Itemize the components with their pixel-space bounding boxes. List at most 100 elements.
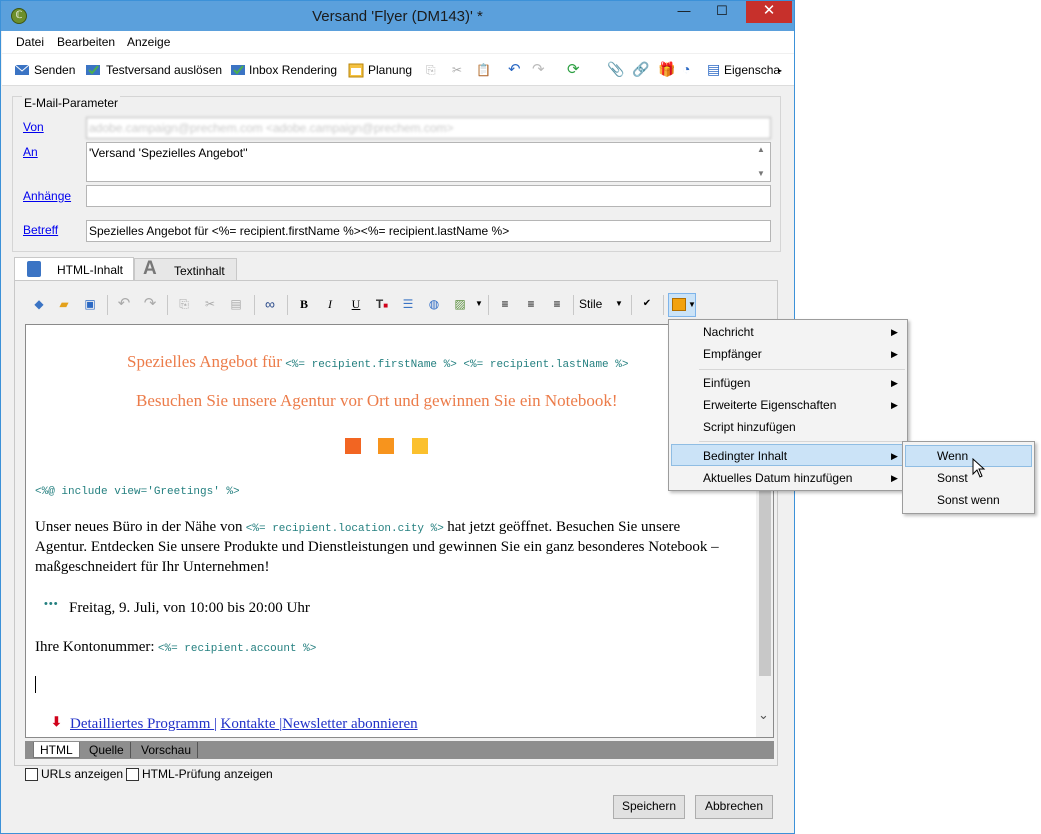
link-newsletter[interactable]: Newsletter abonnieren (282, 716, 417, 732)
submenu-arrow-icon: ▶ (891, 473, 898, 483)
test-send-button[interactable]: Testversand auslösen (106, 63, 222, 77)
maximize-icon[interactable]: ☐ (705, 1, 739, 23)
html-editor[interactable]: Spezielles Angebot für <%= recipient.fir… (25, 324, 774, 738)
subject-field[interactable]: Spezielles Angebot für <%= recipient.fir… (86, 220, 771, 242)
send-mail-icon (14, 64, 30, 75)
menu-item-add-script[interactable]: Script hinzufügen (703, 420, 796, 434)
align-center-icon[interactable]: ≡ (523, 296, 539, 312)
undo-icon[interactable]: ↶ (508, 60, 521, 78)
align-left-icon[interactable]: ≡ (497, 296, 513, 312)
editor-cut-icon[interactable]: ✂ (202, 296, 218, 312)
bold-icon[interactable]: B (296, 296, 312, 312)
minimize-icon[interactable]: — (667, 1, 701, 23)
link-separator-1: | (214, 716, 218, 732)
close-icon[interactable]: ✕ (746, 1, 792, 23)
email-params-legend: E-Mail-Parameter (22, 96, 121, 110)
pdf-icon: ⬇ (51, 714, 62, 729)
yellow-square (412, 438, 428, 454)
tab-html-content[interactable]: HTML-Inhalt (14, 257, 134, 282)
styles-dropdown-icon[interactable]: ▼ (615, 299, 623, 308)
text-color-icon[interactable]: T■ (374, 296, 390, 312)
open-folder-icon[interactable]: ▰ (56, 296, 72, 312)
submenu-item-else-if[interactable]: Sonst wenn (937, 493, 1000, 507)
to-field[interactable]: 'Versand 'Spezielles Angebot'' (86, 142, 771, 182)
cancel-button[interactable]: Abbrechen (695, 795, 773, 819)
editor-copy-icon[interactable]: ⎘ (176, 296, 192, 312)
text-content-icon: A (143, 258, 157, 279)
orange-square (345, 438, 361, 454)
paste-icon[interactable]: 📋 (476, 63, 491, 77)
subheadline: Besuchen Sie unsere Agentur vor Ort und … (136, 391, 618, 410)
mode-tab-preview[interactable]: Vorschau (135, 742, 199, 758)
submenu-arrow-icon: ▶ (891, 327, 898, 337)
cut-icon[interactable]: ✂ (452, 63, 462, 77)
show-urls-checkbox[interactable] (25, 768, 38, 781)
menu-item-recipient[interactable]: Empfänger (703, 347, 762, 361)
audit-icon[interactable]: ◔ (682, 61, 690, 77)
mode-tab-html[interactable]: HTML (33, 742, 80, 758)
attachments-label[interactable]: Anhänge (23, 189, 71, 203)
menu-view[interactable]: Anzeige (127, 35, 170, 49)
menu-edit[interactable]: Bearbeiten (57, 35, 115, 49)
send-button[interactable]: Senden (34, 63, 75, 77)
attachment-icon[interactable]: 📎 (607, 61, 624, 78)
inbox-rendering-button[interactable]: Inbox Rendering (249, 63, 337, 77)
submenu-arrow-icon: ▶ (891, 451, 898, 461)
image-dropdown-icon[interactable]: ▼ (471, 296, 487, 312)
editor-paste-icon[interactable]: ▤ (228, 296, 244, 312)
insert-link-icon[interactable]: ◍ (426, 296, 442, 312)
toolbar-overflow-icon[interactable]: ▸ (778, 66, 782, 75)
tab-text-label: Textinhalt (174, 264, 225, 278)
align-right-icon[interactable]: ≡ (549, 296, 565, 312)
copy-icon[interactable]: ⎘ (426, 63, 436, 78)
from-field[interactable]: adobe.campaign@prechem.com <adobe.campai… (86, 117, 771, 139)
redo-icon[interactable]: ↷ (532, 60, 545, 78)
save-disk-icon[interactable]: ▣ (82, 296, 98, 312)
editor-toolbar: ◆ ▰ ▣ ↶ ↷ ⎘ ✂ ▤ ∞ B I U T■ ☰ ◍ ▨ ▼ ≡ ≡ ≡… (25, 290, 770, 322)
menu-item-conditional-content[interactable]: Bedingter Inhalt (703, 449, 787, 463)
subject-label[interactable]: Betreff (23, 223, 58, 237)
editor-mode-tabs: HTML Quelle Vorschau (25, 741, 774, 759)
italic-icon[interactable]: I (322, 296, 338, 312)
headline-code: <%= recipient.firstName %> <%= recipient… (285, 359, 629, 371)
menu-item-message[interactable]: Nachricht (703, 325, 754, 339)
test-send-icon (86, 65, 100, 75)
list-icon[interactable]: ☰ (400, 296, 416, 312)
save-button[interactable]: Speichern (613, 795, 685, 819)
scroll-down-icon[interactable]: ▼ (757, 169, 765, 178)
personalization-menu: Nachricht ▶ Empfänger ▶ Einfügen ▶ Erwei… (668, 319, 908, 491)
editor-redo-icon[interactable]: ↷ (142, 296, 158, 312)
find-binoculars-icon[interactable]: ∞ (262, 296, 278, 312)
menu-item-insert[interactable]: Einfügen (703, 376, 750, 390)
tab-html-label: HTML-Inhalt (57, 263, 124, 277)
spellcheck-icon[interactable]: ✔ (639, 296, 655, 312)
menu-file[interactable]: Datei (16, 35, 44, 49)
personalization-button[interactable]: ▼ (668, 293, 696, 317)
from-label[interactable]: Von (23, 120, 44, 134)
properties-button[interactable]: Eigenscha (724, 63, 780, 77)
html-check-checkbox[interactable] (126, 768, 139, 781)
editor-scroll-down-icon[interactable]: ⌄ (758, 707, 769, 723)
insert-image-icon[interactable]: ▨ (452, 296, 468, 312)
submenu-item-else[interactable]: Sonst (937, 471, 968, 485)
underline-icon[interactable]: U (348, 296, 364, 312)
new-document-icon[interactable]: ◆ (31, 296, 47, 312)
planning-button[interactable]: Planung (368, 63, 412, 77)
link-contacts[interactable]: Kontakte (221, 716, 280, 732)
styles-select[interactable]: Stile (579, 297, 602, 311)
properties-icon: ▤ (707, 61, 721, 77)
scroll-up-icon[interactable]: ▲ (757, 145, 765, 154)
title-bar[interactable]: ℂ Versand 'Flyer (DM143)' * — ☐ ✕ (1, 1, 794, 31)
link-icon[interactable]: 🔗 (632, 61, 649, 78)
mode-tab-source[interactable]: Quelle (83, 742, 131, 758)
editor-undo-icon[interactable]: ↶ (116, 296, 132, 312)
to-label[interactable]: An (23, 145, 38, 159)
menu-item-add-current-date[interactable]: Aktuelles Datum hinzufügen (703, 471, 852, 485)
submenu-item-if[interactable]: Wenn (937, 449, 968, 463)
refresh-icon[interactable]: ⟳ (567, 60, 580, 78)
menu-item-advanced-properties[interactable]: Erweiterte Eigenschaften (703, 398, 836, 412)
gift-icon[interactable]: 🎁 (658, 61, 675, 78)
link-program[interactable]: Detailliertes Programm (70, 716, 214, 732)
attachments-field[interactable] (86, 185, 771, 207)
tab-text-content[interactable]: A Textinhalt (134, 258, 237, 282)
